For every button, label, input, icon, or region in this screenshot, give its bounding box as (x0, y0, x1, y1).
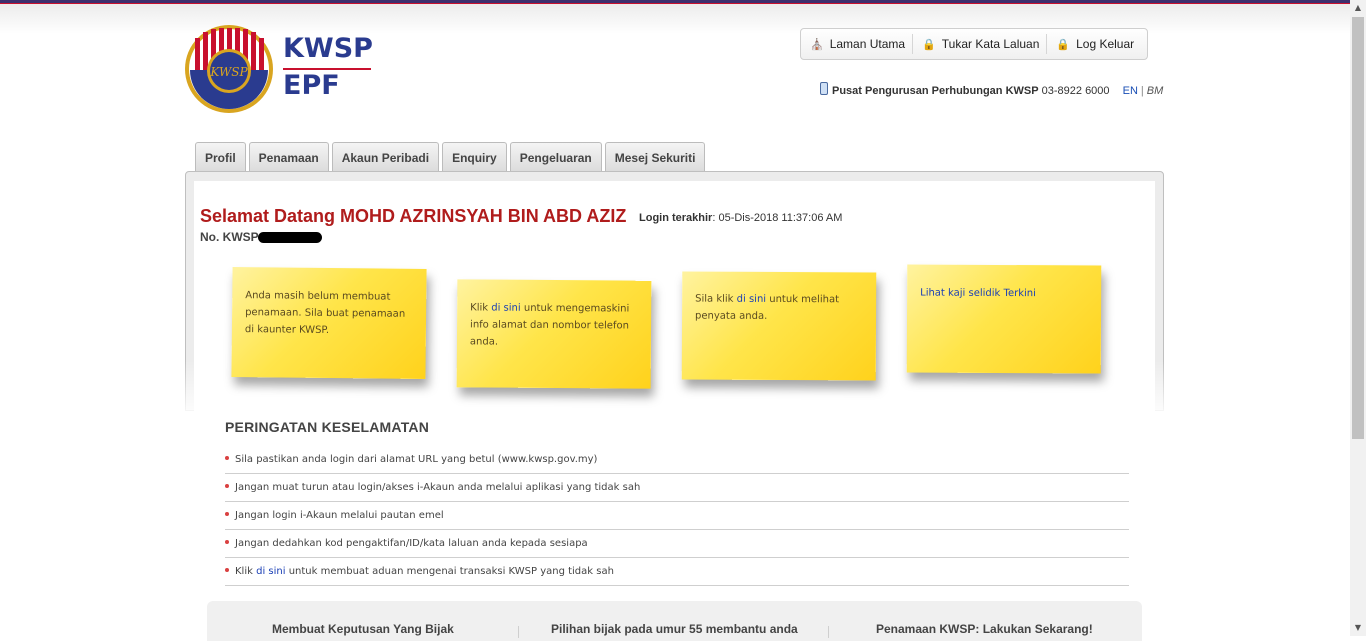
bullet-icon (225, 484, 229, 488)
nav-laman-utama[interactable]: ⛪ Laman Utama (801, 34, 914, 54)
phone-icon (820, 82, 828, 95)
bullet-icon (225, 568, 229, 572)
view-statement-link[interactable]: di sini (737, 294, 766, 305)
security-item-text: Jangan muat turun atau login/akses i-Aka… (235, 482, 641, 493)
promo-penamaan[interactable]: Penamaan KWSP: Lakukan Sekarang! (876, 622, 1093, 636)
security-warning-title: PERINGATAN KESELAMATAN (225, 419, 430, 435)
top-navigation: ⛪ Laman Utama 🔒 Tukar Kata Laluan 🔒 Log … (800, 28, 1148, 60)
bullet-icon (225, 540, 229, 544)
report-complaint-link[interactable]: di sini (256, 566, 285, 577)
last-login-value: : 05-Dis-2018 11:37:06 AM (712, 212, 843, 224)
security-item-text-a: Klik (235, 566, 257, 577)
update-address-link[interactable]: di sini (491, 303, 520, 314)
survey-link[interactable]: Lihat kaji selidik Terkini (920, 288, 1036, 300)
list-item: Jangan muat turun atau login/akses i-Aka… (225, 474, 1129, 502)
nav-log-keluar-label: Log Keluar (1076, 37, 1135, 51)
kwsp-seal-icon: KWSP (185, 25, 273, 113)
main-tabs: Profil Penamaan Akaun Peribadi Enquiry P… (195, 142, 708, 172)
language-en-link[interactable]: EN (1123, 85, 1138, 97)
logout-lock-icon: 🔒 (1056, 38, 1071, 51)
nav-tukar-kata-laluan-label: Tukar Kata Laluan (941, 37, 1040, 51)
scroll-down-arrow-icon[interactable]: ▼ (1350, 620, 1366, 636)
welcome-message: Selamat Datang MOHD AZRINSYAH BIN ABD AZ… (200, 206, 627, 226)
sticky-note-kaji-selidik: Lihat kaji selidik Terkini (906, 264, 1102, 374)
tab-pengeluaran[interactable]: Pengeluaran (509, 142, 602, 171)
security-item-text: Sila pastikan anda login dari alamat URL… (235, 454, 598, 465)
sticky-note-penamaan-text: Anda masih belum membuat penamaan. Sila … (244, 290, 406, 337)
last-login: Login terakhir: 05-Dis-2018 11:37:06 AM (639, 212, 842, 224)
language-separator: | (1140, 85, 1144, 97)
list-item: Klik di sini untuk membuat aduan mengena… (225, 558, 1129, 586)
sticky-note-penyata-text-a: Sila klik (695, 293, 737, 305)
promo-keputusan-bijak[interactable]: Membuat Keputusan Yang Bijak (272, 622, 454, 636)
sticky-note-penamaan: Anda masih belum membuat penamaan. Sila … (231, 266, 427, 380)
logo-title-kwsp: KWSP (283, 33, 373, 64)
nav-laman-utama-label: Laman Utama (829, 37, 906, 51)
nav-tukar-kata-laluan[interactable]: 🔒 Tukar Kata Laluan (913, 34, 1048, 54)
sticky-note-alamat-text-a: Klik (470, 302, 492, 314)
promo-divider (828, 626, 829, 638)
promo-divider (518, 626, 519, 638)
scroll-up-arrow-icon[interactable]: ▲ (1350, 0, 1366, 16)
contact-phone: 03-8922 6000 (1041, 85, 1110, 97)
sticky-note-alamat: Klik di sini untuk mengemaskini info ala… (456, 279, 652, 389)
list-item: Sila pastikan anda login dari alamat URL… (225, 446, 1129, 474)
kwsp-logo[interactable]: KWSP KWSP EPF (184, 24, 374, 116)
scrollbar-thumb[interactable] (1352, 17, 1364, 439)
security-item-text: Jangan login i-Akaun melalui pautan emel (235, 510, 444, 521)
last-login-label: Login terakhir (639, 212, 713, 224)
tab-profil[interactable]: Profil (195, 142, 246, 171)
bullet-icon (225, 512, 229, 516)
home-icon: ⛪ (810, 38, 824, 51)
security-warning-list: Sila pastikan anda login dari alamat URL… (225, 446, 1129, 586)
promo-pilihan-bijak[interactable]: Pilihan bijak pada umur 55 membantu anda (551, 622, 798, 636)
bullet-icon (225, 456, 229, 460)
kwsp-number-label: No. KWSP (200, 230, 259, 244)
tab-penamaan[interactable]: Penamaan (248, 142, 329, 171)
svg-text:KWSP: KWSP (209, 65, 248, 79)
nav-log-keluar[interactable]: 🔒 Log Keluar (1047, 34, 1141, 54)
logo-title-epf: EPF (283, 70, 340, 101)
redacted-kwsp-number (258, 232, 322, 243)
list-item: Jangan login i-Akaun melalui pautan emel (225, 502, 1129, 530)
vertical-scrollbar[interactable]: ▲ ▼ (1350, 0, 1366, 636)
tab-mesej-sekuriti[interactable]: Mesej Sekuriti (604, 142, 706, 171)
lock-icon: 🔒 (922, 38, 936, 51)
tab-enquiry[interactable]: Enquiry (442, 142, 507, 171)
language-bm-link[interactable]: BM (1147, 85, 1164, 97)
contact-info: Pusat Pengurusan Perhubungan KWSP 03-892… (820, 82, 1163, 97)
security-item-text: Jangan dedahkan kod pengaktifan/ID/kata … (235, 538, 588, 549)
security-item-text-b: untuk membuat aduan mengenai transaksi K… (285, 566, 614, 577)
list-item: Jangan dedahkan kod pengaktifan/ID/kata … (225, 530, 1129, 558)
contact-label: Pusat Pengurusan Perhubungan KWSP (832, 85, 1039, 97)
sticky-note-penyata: Sila klik di sini untuk melihat penyata … (681, 271, 877, 381)
tab-akaun-peribadi[interactable]: Akaun Peribadi (331, 142, 440, 171)
